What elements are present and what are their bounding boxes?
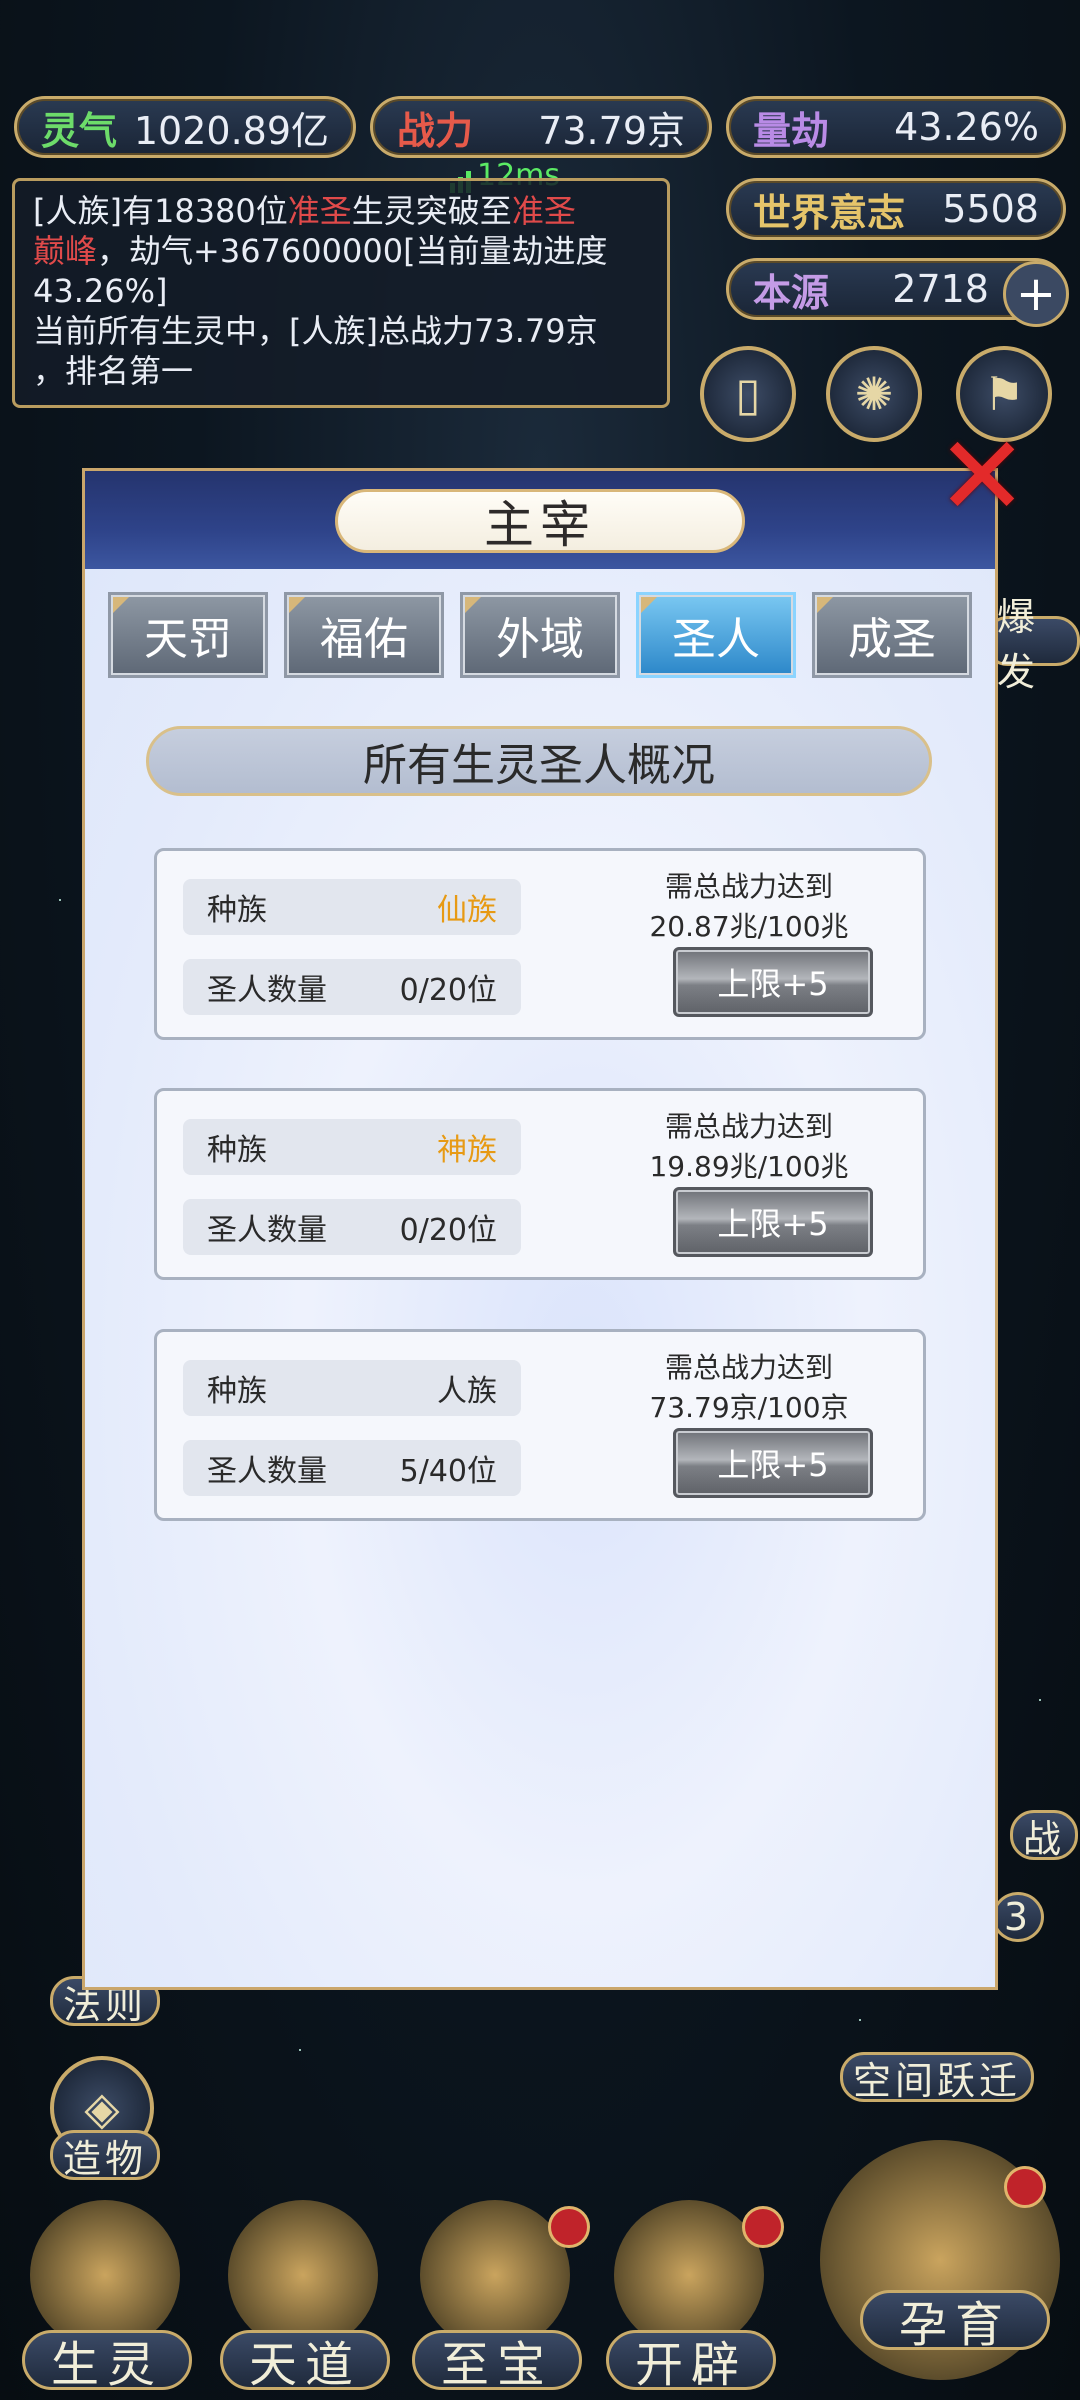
nav-open-world[interactable]: 开辟 [606, 2330, 776, 2393]
race-value: 仙族 [437, 893, 497, 928]
race-card: 种族 神族 圣人数量 0/20位 需总战力达到 19.89兆/100兆 上限+5 [154, 1088, 926, 1280]
lingqi-label: 灵气 [41, 108, 118, 153]
vortex-icon[interactable]: ✺ [826, 346, 922, 442]
race-card: 种族 人族 圣人数量 5/40位 需总战力达到 73.79京/100京 上限+5 [154, 1329, 926, 1521]
saint-count-field: 圣人数量 0/20位 [183, 959, 521, 1015]
lingqi-stat[interactable]: 灵气 1020.89亿 [14, 96, 356, 158]
liangjie-stat[interactable]: 量劫 43.26% [726, 96, 1066, 158]
tab-outer-realm[interactable]: 外域 [460, 592, 620, 678]
race-field: 种族 仙族 [183, 879, 521, 935]
event-log: [人族]有18380位准圣生灵突破至准圣 巅峰，劫气+367600000[当前量… [12, 178, 670, 408]
close-icon[interactable]: ✕ [936, 421, 1028, 531]
liangjie-value: 43.26% [894, 105, 1039, 149]
saint-count-value: 0/20位 [399, 973, 497, 1008]
nurture-alert-icon [1004, 2166, 1046, 2208]
space-jump-button[interactable]: 空间跃迁 [840, 2052, 1035, 2103]
world-will-stat[interactable]: 世界意志 5508 [726, 178, 1066, 240]
requirement: 需总战力达到 73.79京/100京 [629, 1348, 869, 1428]
requirement-value: 73.79京/100京 [649, 1391, 849, 1424]
dialog-tabs: 天罚 福佑 外域 圣人 成圣 [108, 592, 972, 678]
notification-badge: 3 [992, 1892, 1044, 1942]
world-will-value: 5508 [942, 187, 1039, 231]
log-line-1: [人族]有18380位准圣生灵突破至准圣 [33, 192, 576, 230]
requirement: 需总战力达到 20.87兆/100兆 [629, 867, 869, 947]
zhanli-label: 战力 [397, 108, 474, 153]
saint-count-field: 圣人数量 5/40位 [183, 1440, 521, 1496]
treasure-alert-icon [548, 2206, 590, 2248]
scroll-icon[interactable]: ▯ [700, 346, 796, 442]
increase-limit-button[interactable]: 上限+5 [673, 947, 873, 1017]
dialog-title: 主宰 [335, 489, 745, 554]
tab-saint[interactable]: 圣人 [636, 592, 796, 678]
create-button[interactable]: 造物 [50, 2130, 161, 2181]
nav-treasure[interactable]: 至宝 [412, 2330, 582, 2393]
log-line-4: 当前所有生灵中，[人族]总战力73.79京 [33, 312, 598, 350]
saint-count-field: 圣人数量 0/20位 [183, 1199, 521, 1255]
origin-stat[interactable]: 本源 2718 + [726, 258, 1069, 327]
nav-creatures[interactable]: 生灵 [22, 2330, 192, 2393]
race-field: 种族 神族 [183, 1119, 521, 1175]
requirement-value: 20.87兆/100兆 [649, 910, 849, 943]
main-nurture-button[interactable]: 孕育 [860, 2290, 1050, 2353]
saint-count-value: 0/20位 [399, 1213, 497, 1248]
zhanli-value: 73.79京 [538, 108, 685, 153]
liangjie-label: 量劫 [753, 108, 830, 153]
race-card: 种族 仙族 圣人数量 0/20位 需总战力达到 20.87兆/100兆 上限+5 [154, 848, 926, 1040]
tab-punishment[interactable]: 天罚 [108, 592, 268, 678]
log-line-5: ，排名第一 [33, 352, 194, 390]
add-origin-button[interactable]: + [1003, 261, 1069, 327]
race-value: 神族 [437, 1133, 497, 1168]
requirement: 需总战力达到 19.89兆/100兆 [629, 1107, 869, 1187]
requirement-value: 19.89兆/100兆 [649, 1150, 849, 1183]
origin-label: 本源 [753, 270, 830, 315]
zhanli-stat[interactable]: 战力 73.79京 [370, 96, 712, 158]
creation-alert-icon [742, 2206, 784, 2248]
log-line-2: 巅峰，劫气+367600000[当前量劫进度 [33, 232, 608, 270]
battle-label[interactable]: 战 [1010, 1810, 1079, 1861]
section-title: 所有生灵圣人概况 [146, 726, 932, 796]
increase-limit-button[interactable]: 上限+5 [673, 1428, 873, 1498]
log-line-3: 43.26%] [33, 272, 168, 310]
lingqi-value: 1020.89亿 [133, 108, 329, 153]
burst-label[interactable]: 爆发 [984, 595, 1080, 694]
tab-become-saint[interactable]: 成圣 [812, 592, 972, 678]
race-field: 种族 人族 [183, 1360, 521, 1416]
nav-heaven-way[interactable]: 天道 [220, 2330, 390, 2393]
tab-blessing[interactable]: 福佑 [284, 592, 444, 678]
origin-value: 2718 [892, 267, 989, 311]
saint-count-value: 5/40位 [399, 1454, 497, 1489]
race-value: 人族 [437, 1374, 497, 1409]
increase-limit-button[interactable]: 上限+5 [673, 1187, 873, 1257]
world-will-label: 世界意志 [753, 190, 906, 235]
